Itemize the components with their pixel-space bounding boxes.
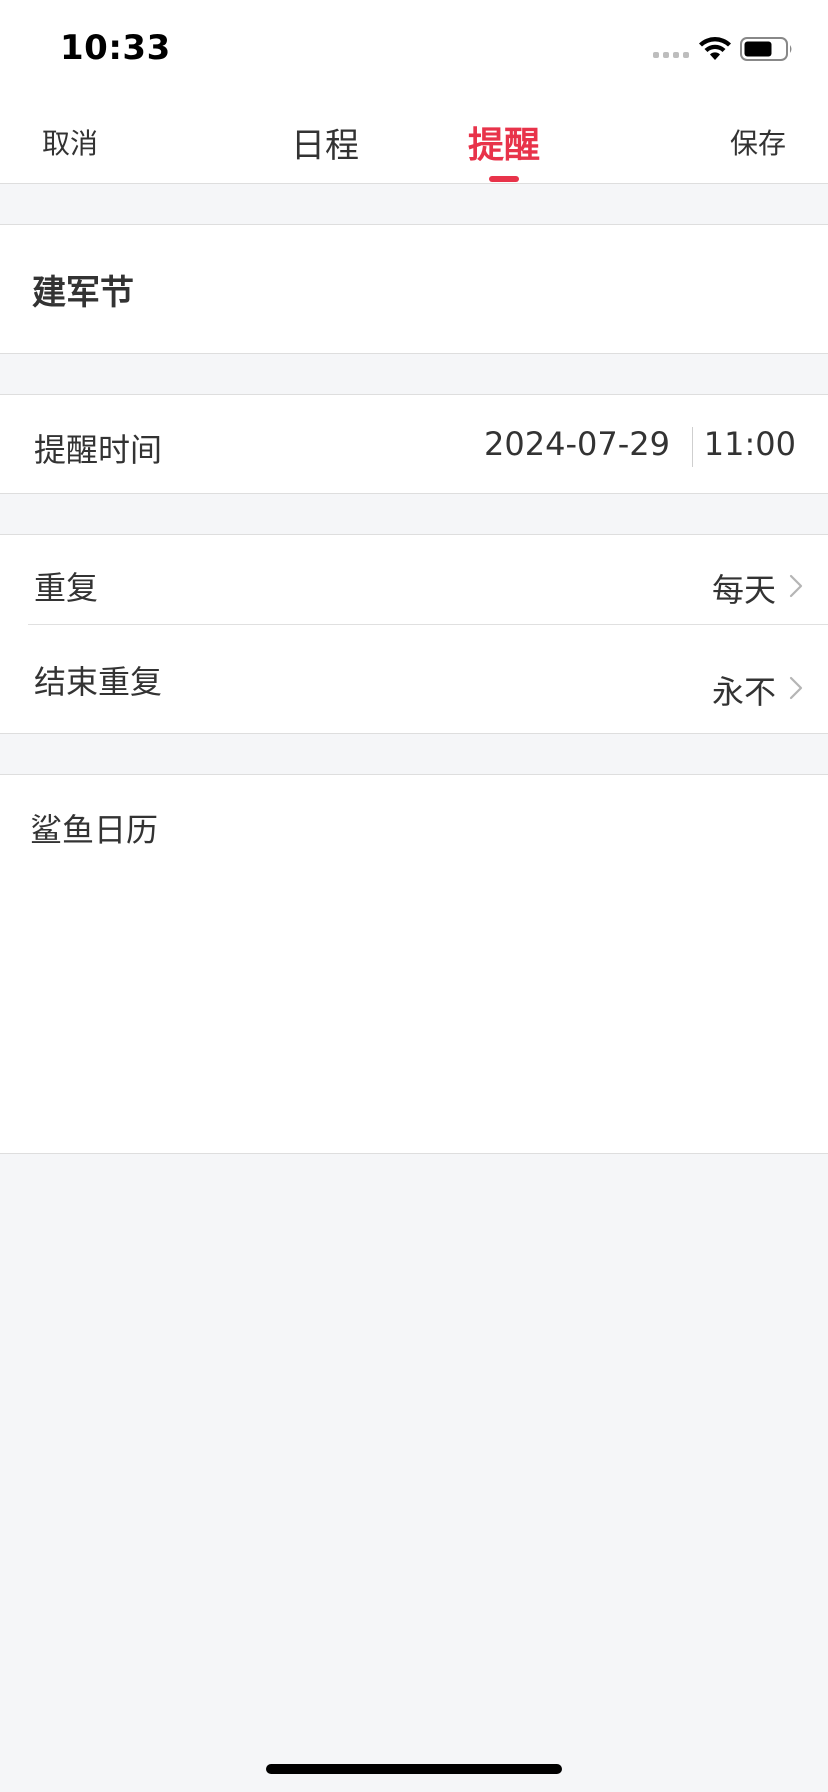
calendar-name[interactable]: 鲨鱼日历 [30,805,158,851]
reminder-time-picker[interactable]: 11:00 [704,425,796,463]
repeat-section: 重复 每天 结束重复 永不 [0,534,828,734]
cellular-signal-icon [653,52,689,58]
navigation-bar: 取消 日程 提醒 保存 [0,100,828,184]
chevron-right-icon [789,676,803,700]
reminder-time-section: 提醒时间 2024-07-29 11:00 [0,394,828,494]
wifi-icon [699,37,731,60]
tab-reminder[interactable]: 提醒 [444,116,564,168]
event-title-input[interactable]: 建军节 [32,265,134,314]
end-repeat-label: 结束重复 [34,663,163,701]
event-title-section: 建军节 [0,224,828,354]
chevron-right-icon [789,574,803,598]
date-time-divider [692,427,693,467]
reminder-time-label: 提醒时间 [34,431,163,469]
repeat-value: 每天 [711,571,776,609]
tab-schedule[interactable]: 日程 [265,118,385,167]
reminder-date-picker[interactable]: 2024-07-29 [484,425,670,463]
save-button[interactable]: 保存 [730,122,786,162]
battery-icon [740,37,792,61]
home-indicator[interactable] [266,1764,562,1774]
status-bar: 10:33 [0,0,828,100]
repeat-row[interactable]: 重复 每天 [0,535,828,625]
cancel-button[interactable]: 取消 [42,122,98,162]
status-time: 10:33 [60,28,171,68]
active-tab-indicator [489,176,519,182]
end-repeat-row[interactable]: 结束重复 永不 [0,625,828,733]
end-repeat-value: 永不 [711,673,776,711]
calendar-section: 鲨鱼日历 [0,774,828,1154]
repeat-label: 重复 [34,569,99,607]
